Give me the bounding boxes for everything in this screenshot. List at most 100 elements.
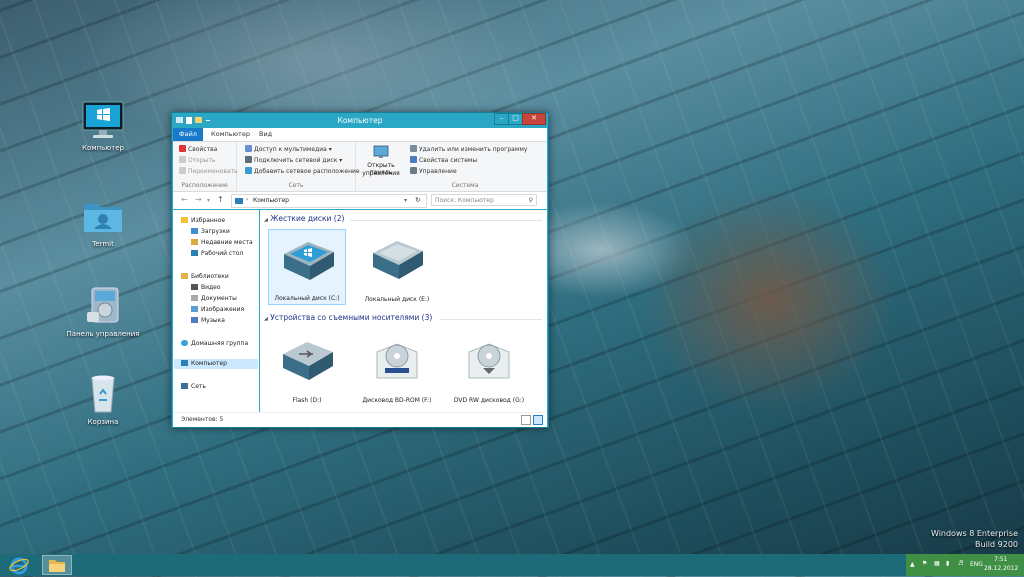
drive-d[interactable]: Flash (D:) bbox=[268, 330, 346, 406]
nav-downloads[interactable]: Загрузки bbox=[191, 227, 230, 237]
section-collapse-icon: ◢ bbox=[264, 217, 268, 223]
forward-arrow-icon[interactable]: → bbox=[195, 195, 202, 204]
manage-button[interactable]: Управление bbox=[410, 167, 457, 177]
drive-f[interactable]: Дисковод BD-ROM (F:) bbox=[358, 330, 436, 406]
media-icon bbox=[245, 145, 252, 152]
clock-date[interactable]: 28.12.2012 bbox=[984, 565, 1018, 572]
os-watermark: Windows 8 Enterprise Build 9200 bbox=[931, 528, 1018, 550]
recent-places-icon bbox=[191, 239, 198, 245]
properties-button[interactable]: Свойства bbox=[179, 145, 217, 155]
recycle-bin-icon bbox=[80, 374, 126, 414]
title-bar[interactable]: Компьютер – □ ✕ bbox=[172, 113, 548, 128]
uninstall-icon bbox=[410, 145, 417, 152]
internet-explorer-icon bbox=[9, 557, 29, 575]
nav-homegroup[interactable]: Домашняя группа bbox=[181, 339, 248, 349]
nav-libraries[interactable]: Библиотеки bbox=[181, 272, 229, 282]
close-button[interactable]: ✕ bbox=[522, 113, 546, 125]
media-access-button[interactable]: Доступ к мультимедиа ▾ bbox=[245, 145, 332, 155]
computer-small-icon bbox=[235, 198, 243, 204]
drive-g[interactable]: DVD RW дисковод (G:) bbox=[450, 330, 528, 406]
internet-explorer-button[interactable] bbox=[8, 555, 38, 575]
ribbon: Свойства Открыть Переименовать Расположе… bbox=[173, 142, 547, 192]
section-removable[interactable]: ◢ Устройства со съемными носителями (3) bbox=[264, 313, 542, 325]
nav-recent-places[interactable]: Недавние места bbox=[191, 238, 253, 248]
bd-rom-icon bbox=[376, 343, 418, 379]
action-center-icon[interactable]: ⚑ bbox=[922, 560, 927, 567]
desktop-icon-computer[interactable]: Компьютер bbox=[63, 100, 143, 152]
input-language[interactable]: ENG bbox=[970, 561, 983, 568]
open-control-panel-button[interactable]: Открыть панель управления bbox=[356, 142, 406, 191]
drive-label: Локальный диск (C:) bbox=[274, 295, 340, 302]
computer-nav-icon bbox=[181, 360, 188, 366]
maximize-button[interactable]: □ bbox=[508, 113, 523, 125]
tab-view[interactable]: Вид bbox=[253, 128, 278, 141]
open-button[interactable]: Открыть bbox=[179, 156, 215, 166]
section-divider bbox=[350, 220, 542, 221]
section-divider bbox=[440, 319, 542, 320]
tiles-view-icon[interactable] bbox=[533, 415, 543, 425]
network-icon bbox=[181, 383, 188, 389]
drive-label: Локальный диск (E:) bbox=[364, 296, 430, 303]
recent-dropdown-icon[interactable]: ▾ bbox=[207, 197, 210, 204]
map-network-drive-button[interactable]: Подключить сетевой диск ▾ bbox=[245, 156, 342, 166]
desktop-icon-label: Termit bbox=[92, 240, 114, 248]
drive-c[interactable]: Локальный диск (C:) bbox=[268, 229, 346, 305]
network-tray-icon[interactable]: ▦ bbox=[934, 560, 940, 567]
nav-documents[interactable]: Документы bbox=[191, 294, 237, 304]
up-arrow-icon[interactable]: ↑ bbox=[217, 195, 224, 204]
uninstall-program-button[interactable]: Удалить или изменить программу bbox=[410, 145, 527, 155]
video-icon bbox=[191, 284, 198, 290]
desktop-icon-label: Компьютер bbox=[82, 144, 124, 152]
ribbon-tabs: Файл Компьютер Вид bbox=[173, 128, 547, 142]
nav-network[interactable]: Сеть bbox=[181, 382, 206, 392]
manage-icon bbox=[410, 167, 417, 174]
section-hdd[interactable]: ◢ Жесткие диски (2) bbox=[264, 214, 542, 226]
network-drive-icon bbox=[245, 156, 252, 163]
drive-e[interactable]: Локальный диск (E:) bbox=[358, 229, 436, 305]
properties-icon bbox=[179, 145, 186, 152]
hard-drive-icon bbox=[373, 241, 423, 279]
homegroup-icon bbox=[181, 340, 188, 346]
system-properties-button[interactable]: Свойства системы bbox=[410, 156, 477, 166]
tab-file[interactable]: Файл bbox=[173, 128, 203, 141]
back-arrow-icon[interactable]: ← bbox=[181, 195, 188, 204]
details-view-icon[interactable] bbox=[521, 415, 531, 425]
file-explorer-button[interactable] bbox=[42, 555, 72, 575]
tray-expand-icon[interactable]: ▲ bbox=[910, 561, 915, 568]
power-icon[interactable]: ▮ bbox=[946, 560, 949, 567]
watermark-build: Build 9200 bbox=[975, 540, 1018, 549]
add-network-location-button[interactable]: Добавить сетевое расположение bbox=[245, 167, 360, 177]
window-title: Компьютер bbox=[337, 116, 383, 125]
desktop-icon-recycle-bin[interactable]: Корзина bbox=[63, 374, 143, 426]
nav-pictures[interactable]: Изображения bbox=[191, 305, 244, 315]
address-dropdown-icon[interactable]: ▾ bbox=[404, 197, 407, 204]
dvd-rw-icon bbox=[468, 343, 510, 379]
desktop-icon-termit[interactable]: Termit bbox=[63, 196, 143, 248]
status-bar: Элементов: 5 bbox=[173, 412, 547, 427]
tab-computer[interactable]: Компьютер bbox=[205, 128, 256, 141]
address-bar[interactable]: › Компьютер ▾ ↻ bbox=[231, 194, 427, 208]
volume-icon[interactable]: ♬ bbox=[958, 560, 963, 567]
desktop-icon-control-panel[interactable]: Панель управления bbox=[63, 286, 143, 338]
library-icon bbox=[181, 273, 188, 279]
clock-time[interactable]: 7:51 bbox=[994, 556, 1007, 563]
network-location-icon bbox=[245, 167, 252, 174]
nav-music[interactable]: Музыка bbox=[191, 316, 225, 326]
minimize-button[interactable]: – bbox=[494, 113, 509, 125]
nav-videos[interactable]: Видео bbox=[191, 283, 221, 293]
search-input[interactable]: Поиск: Компьютер ⚲ bbox=[431, 194, 537, 206]
downloads-icon bbox=[191, 228, 198, 234]
rename-button[interactable]: Переименовать bbox=[179, 167, 238, 177]
music-icon bbox=[191, 317, 198, 323]
nav-desktop[interactable]: Рабочий стол bbox=[191, 249, 243, 259]
control-panel-icon bbox=[80, 286, 126, 326]
item-count: Элементов: 5 bbox=[181, 416, 224, 423]
taskbar: ▲ ⚑ ▦ ▮ ♬ ENG 7:51 28.12.2012 bbox=[0, 554, 1024, 576]
nav-favorites[interactable]: Избранное bbox=[181, 216, 225, 226]
monitor-icon bbox=[80, 100, 126, 140]
explorer-window[interactable]: Компьютер – □ ✕ Файл Компьютер Вид Свойс… bbox=[171, 112, 549, 428]
refresh-icon[interactable]: ↻ bbox=[415, 196, 421, 204]
navigation-pane: Избранное Загрузки Недавние места Рабочи… bbox=[173, 210, 259, 412]
nav-computer[interactable]: Компьютер bbox=[174, 359, 258, 369]
usb-drive-icon bbox=[283, 342, 333, 380]
